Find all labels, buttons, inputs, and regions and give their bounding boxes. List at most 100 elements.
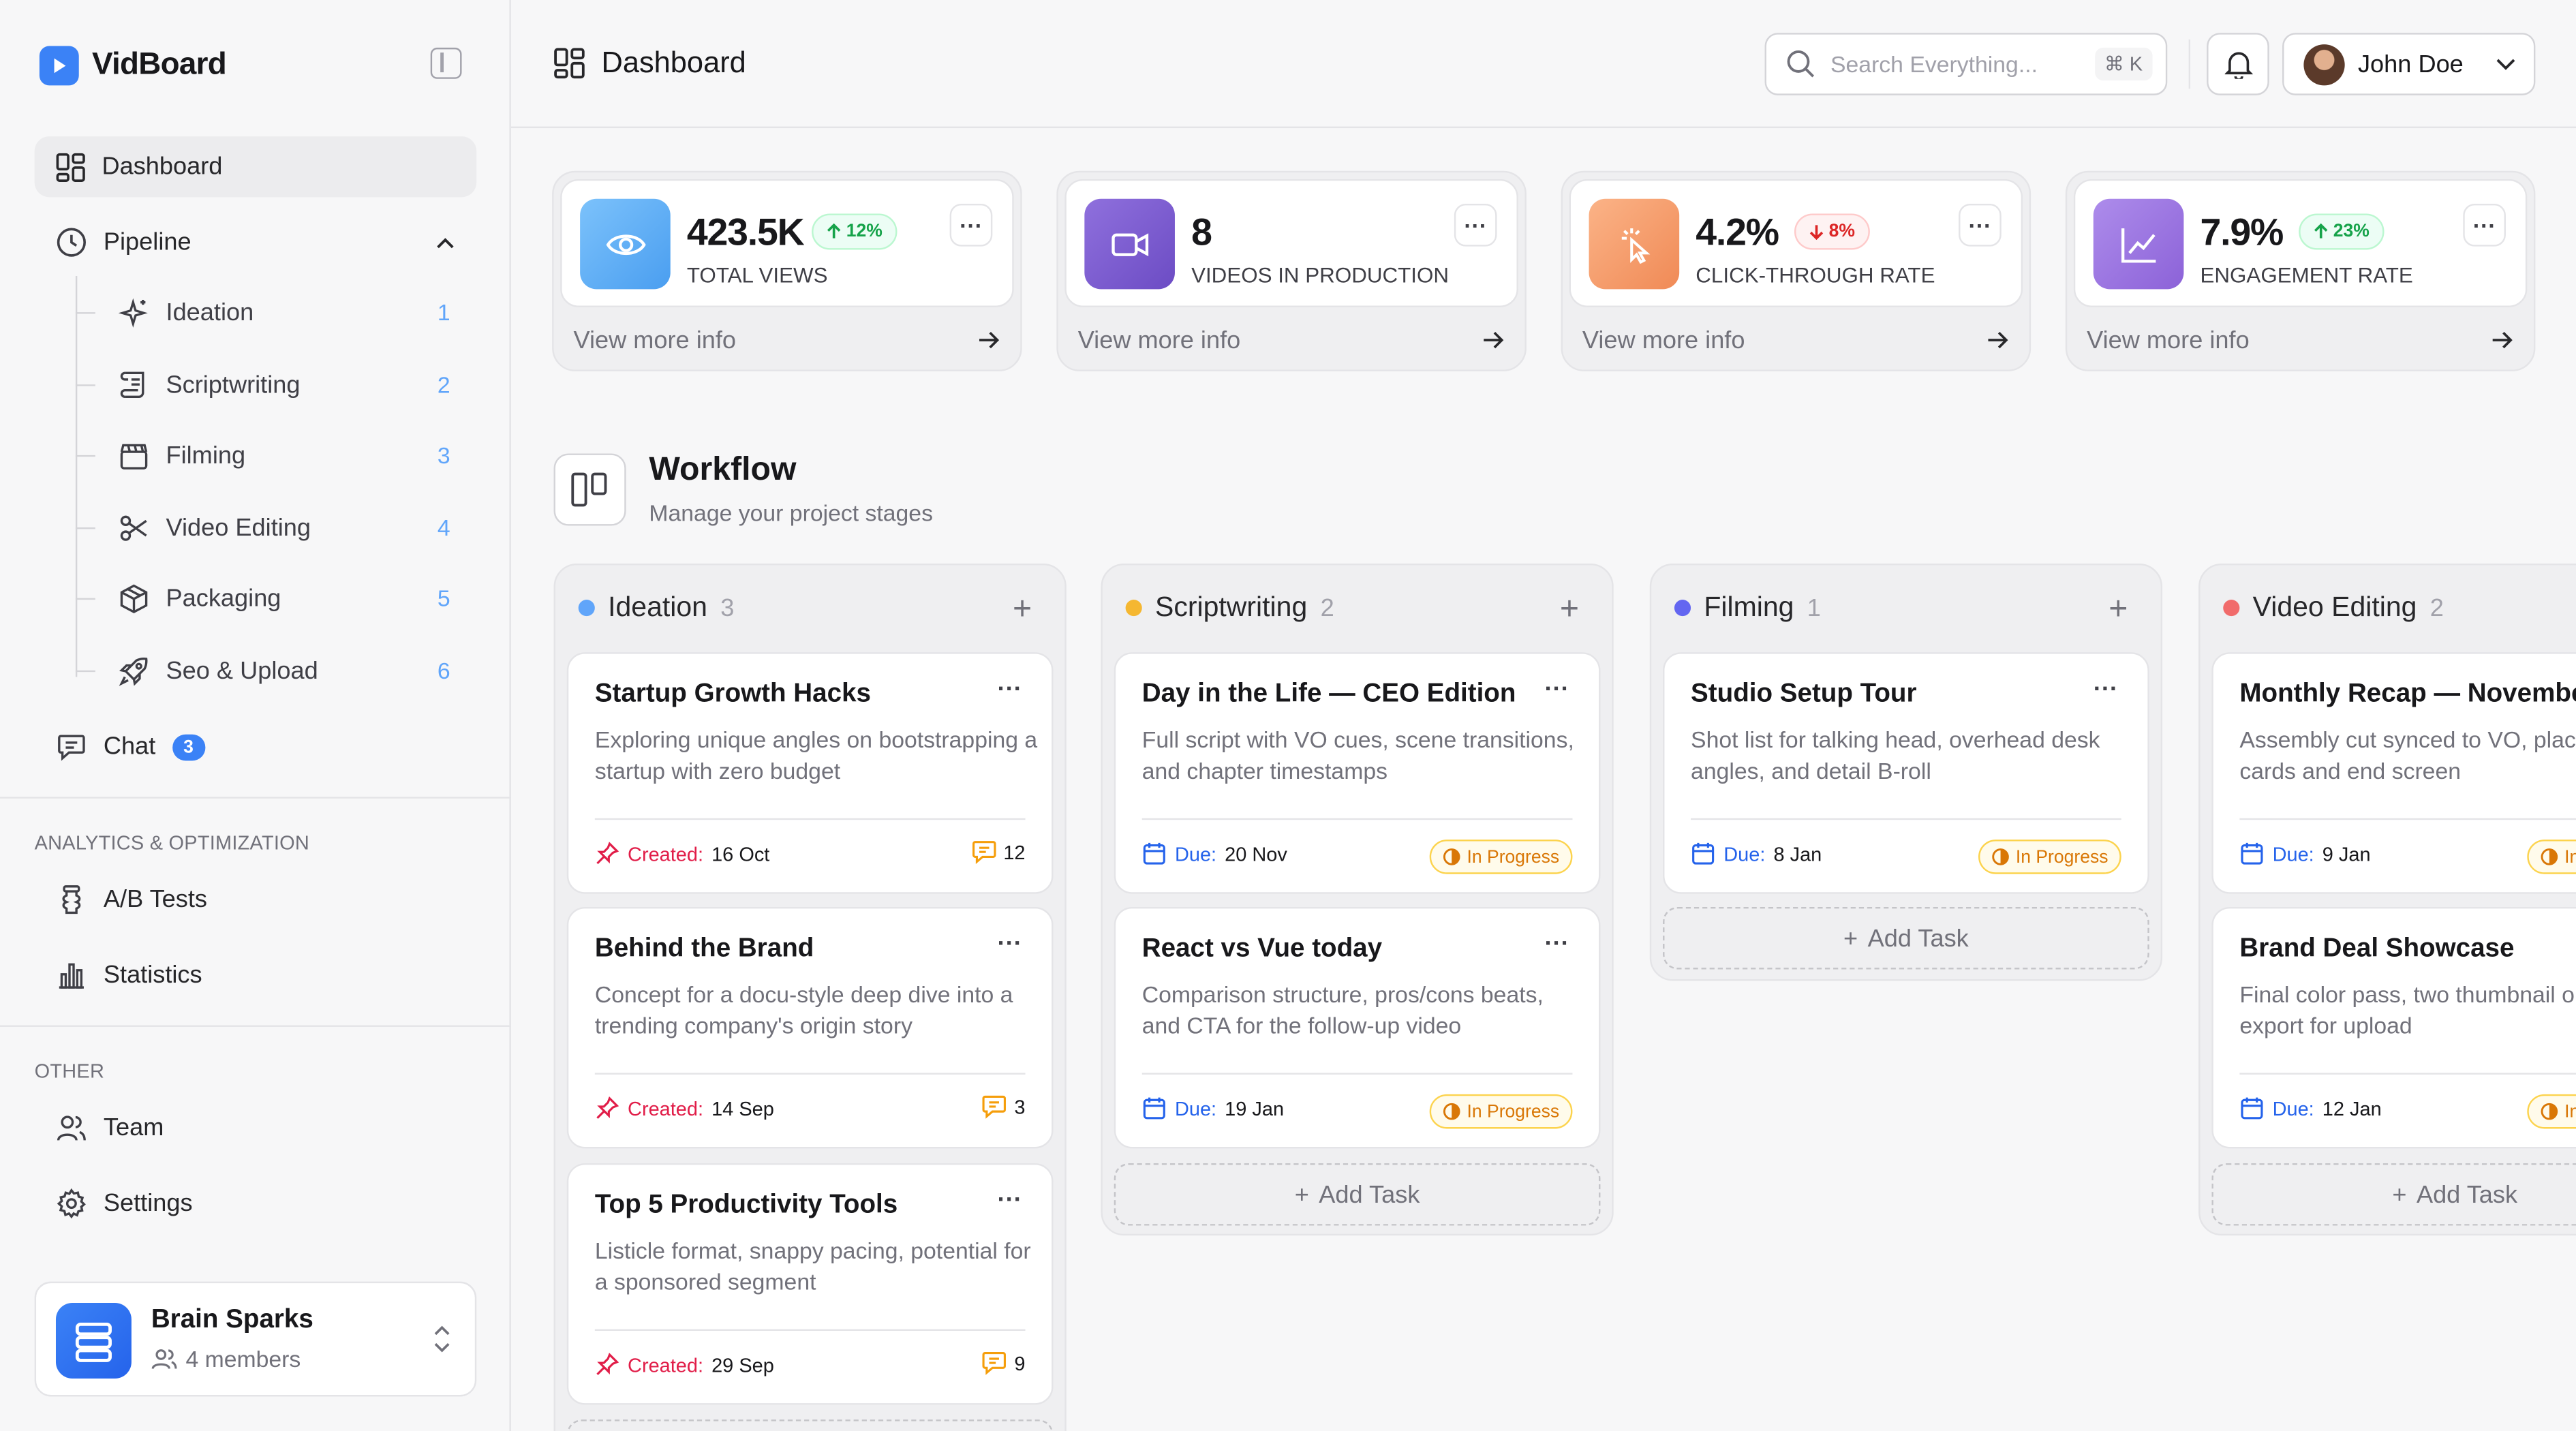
sidebar-item-pipeline[interactable]: Pipeline [35, 212, 477, 273]
team-switcher[interactable]: Brain Sparks 4 members [34, 1281, 477, 1397]
task-card[interactable]: Top 5 Productivity Tools ··· Listicle fo… [566, 1163, 1054, 1405]
sidebar-item-ab-tests[interactable]: A/B Tests [35, 869, 477, 929]
task-card[interactable]: Brand Deal Showcase ··· Final color pass… [2211, 906, 2576, 1149]
search-box[interactable]: ⌘ K [1764, 33, 2168, 95]
task-more-icon[interactable]: ··· [998, 1186, 1022, 1214]
search-icon [1787, 50, 1815, 78]
sidebar-item-label: Settings [103, 1189, 193, 1218]
task-meta: Due: 9 Jan [2239, 841, 2371, 865]
stat-label: CLICK-THROUGH RATE [1696, 262, 1935, 288]
trend-badge: 8% [1794, 213, 1870, 250]
task-meta: Due: 20 Nov [1142, 841, 1287, 865]
task-more-icon[interactable]: ··· [998, 930, 1022, 958]
bell-icon [2224, 52, 2252, 79]
task-comments[interactable]: 3 [981, 1094, 1026, 1119]
task-more-icon[interactable]: ··· [998, 675, 1022, 703]
sidebar-item-dashboard[interactable]: Dashboard [34, 136, 477, 198]
brand[interactable]: VidBoard [39, 46, 227, 86]
task-more-icon[interactable]: ··· [1544, 675, 1569, 703]
add-task-label: Add Task [1867, 924, 1969, 953]
task-card[interactable]: React vs Vue today ··· Comparison struct… [1114, 906, 1601, 1149]
task-title: Day in the Life — CEO Edition [1141, 680, 1516, 709]
more-options-button[interactable]: ··· [1959, 203, 2002, 247]
sidebar-subitem-ideation[interactable]: Ideation 1 [118, 288, 463, 337]
add-task-button[interactable]: + Add Task [2211, 1163, 2576, 1226]
arrow-right-icon[interactable] [2491, 330, 2514, 350]
task-card[interactable]: Behind the Brand ··· Concept for a docu-… [566, 906, 1054, 1149]
sidebar-subitem-seo-upload[interactable]: Seo & Upload 6 [119, 646, 463, 695]
avatar [2303, 43, 2345, 85]
arrow-right-icon[interactable] [1482, 330, 1505, 350]
arrow-up-icon [827, 223, 841, 238]
view-more-link[interactable]: View more info [2087, 327, 2250, 355]
sidebar-subitem-packaging[interactable]: Packaging 5 [119, 573, 463, 622]
progress-icon [1443, 848, 1460, 865]
task-title: Studio Setup Tour [1691, 680, 1917, 709]
progress-icon [2540, 1103, 2558, 1120]
task-description: Exploring unique angles on bootstrapping… [594, 726, 1038, 784]
chevron-up-icon[interactable] [435, 236, 455, 249]
search-input[interactable] [1830, 50, 2077, 78]
task-title: Behind the Brand [594, 934, 814, 963]
tree-tick [75, 598, 95, 600]
sidebar-divider [0, 797, 511, 799]
add-column-task-icon[interactable]: + [2109, 593, 2128, 626]
tree-tick [75, 670, 95, 673]
sidebar-subitem-filming[interactable]: Filming 3 [119, 431, 463, 480]
pin-icon [596, 1096, 619, 1119]
package-icon [120, 583, 148, 613]
task-card[interactable]: Studio Setup Tour ··· Shot list for talk… [1663, 652, 2149, 894]
task-comments[interactable]: 9 [981, 1351, 1026, 1375]
section-title-analytics: ANALYTICS & OPTIMIZATION [34, 831, 310, 855]
stat-card-body: 7.9% 23% ENGAGEMENT RATE ··· [2073, 179, 2528, 307]
add-column-task-icon[interactable]: + [1013, 593, 1032, 626]
sidebar-subitem-scriptwriting[interactable]: Scriptwriting 2 [119, 360, 463, 409]
user-menu[interactable]: John Doe [2282, 33, 2536, 95]
task-description: Shot list for talking head, overhead des… [1691, 726, 2100, 784]
sidebar-item-label: Packaging [166, 584, 281, 613]
stage-count: 1 [437, 298, 450, 326]
task-more-icon[interactable]: ··· [1544, 930, 1569, 958]
arrow-right-icon[interactable] [978, 330, 1001, 350]
view-more-link[interactable]: View more info [573, 327, 736, 355]
kanban-column-filming: Filming 1 + Studio Setup Tour ··· Shot l… [1649, 564, 2163, 981]
scissors-icon [120, 514, 147, 540]
task-card[interactable]: Day in the Life — CEO Edition ··· Full s… [1114, 652, 1601, 894]
tree-line [75, 276, 78, 677]
task-card[interactable]: Startup Growth Hacks ··· Exploring uniqu… [566, 652, 1054, 894]
task-meta-value: 14 Sep [711, 1096, 774, 1120]
sidebar-item-team[interactable]: Team [35, 1098, 477, 1158]
notifications-button[interactable] [2207, 33, 2269, 95]
more-options-button[interactable]: ··· [2463, 203, 2506, 247]
sidebar-item-statistics[interactable]: Statistics [35, 944, 477, 1005]
progress-icon [2540, 848, 2558, 865]
trend-value: 12% [846, 221, 883, 242]
brand-name: VidBoard [92, 47, 227, 82]
app-root: VidBoard Dashboard Pipeline Ideation 1 S… [0, 0, 2576, 1431]
task-meta-label: Created: [628, 1353, 704, 1376]
sidebar-item-chat[interactable]: Chat 3 [35, 716, 477, 777]
arrow-right-icon[interactable] [1987, 330, 2010, 350]
task-description: Final color pass, two thumbnail options,… [2239, 981, 2576, 1038]
stat-label: ENGAGEMENT RATE [2200, 262, 2413, 288]
sidebar-collapse-icon[interactable] [430, 47, 462, 79]
progress-icon [1991, 848, 2009, 865]
add-task-button[interactable]: + Add Task [566, 1419, 1054, 1431]
add-task-button[interactable]: + Add Task [1663, 906, 2149, 970]
task-card[interactable]: Monthly Recap — November ··· Assembly cu… [2211, 652, 2576, 894]
task-more-icon[interactable]: ··· [2094, 675, 2118, 703]
add-column-task-icon[interactable]: + [1560, 593, 1579, 626]
eye-icon [580, 198, 671, 290]
task-comments[interactable]: 12 [970, 840, 1026, 865]
view-more-link[interactable]: View more info [1582, 327, 1745, 355]
task-divider [594, 1073, 1026, 1075]
add-task-button[interactable]: + Add Task [1114, 1163, 1601, 1226]
stat-card-total-views: 423.5K 12% TOTAL VIEWS ··· View more inf… [552, 170, 1022, 371]
sidebar-item-label: Seo & Upload [166, 656, 318, 685]
more-options-button[interactable]: ··· [949, 203, 993, 247]
sidebar-item-settings[interactable]: Settings [35, 1173, 477, 1234]
sidebar-subitem-video-editing[interactable]: Video Editing 4 [119, 503, 463, 552]
comment-icon [983, 1095, 1007, 1119]
view-more-link[interactable]: View more info [1078, 327, 1241, 355]
more-options-button[interactable]: ··· [1454, 203, 1497, 247]
